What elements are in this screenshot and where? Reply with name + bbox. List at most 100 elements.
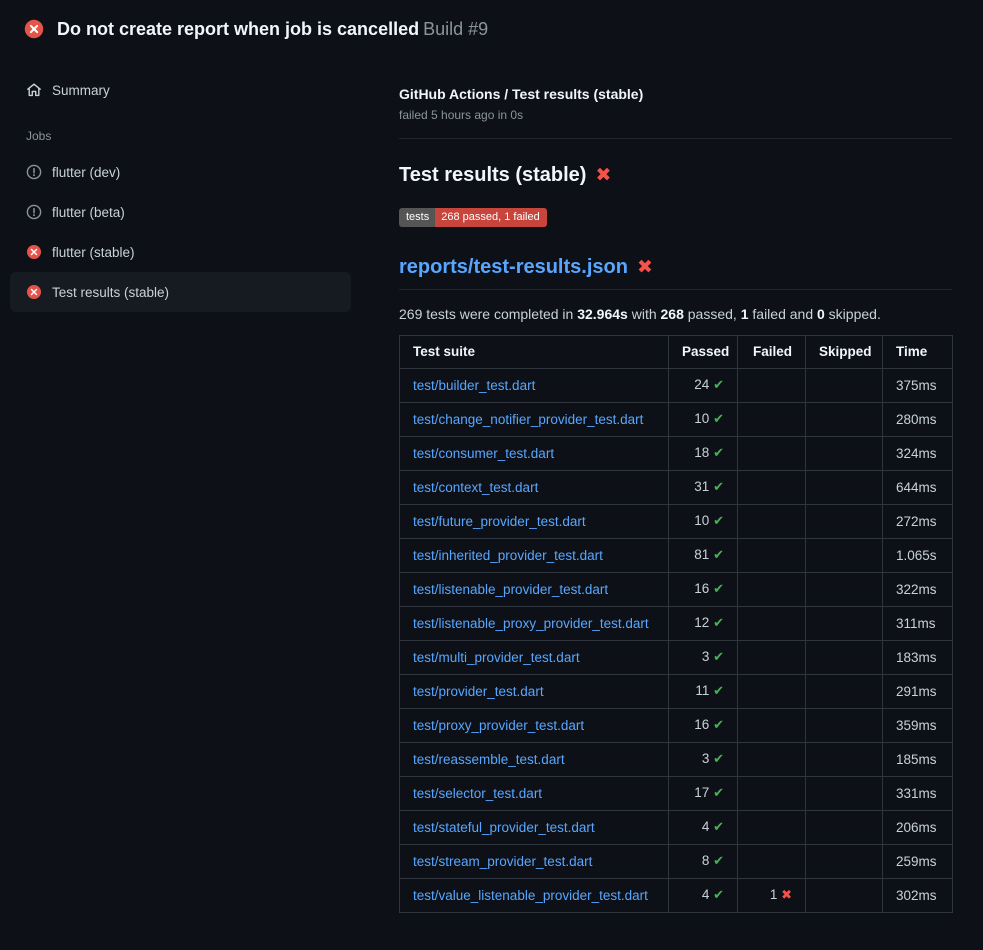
build-number: Build #9 [423, 19, 488, 39]
check-icon: ✔ [713, 684, 724, 699]
suite-link[interactable]: test/stream_provider_test.dart [413, 854, 592, 869]
check-icon: ✔ [713, 616, 724, 631]
time-cell: 259ms [883, 845, 953, 879]
time-cell: 375ms [883, 369, 953, 403]
table-row: test/stateful_provider_test.dart4 ✔206ms [400, 811, 953, 845]
suite-cell: test/proxy_provider_test.dart [400, 709, 669, 743]
passed-cell: 10 ✔ [669, 403, 738, 437]
col-header-failed: Failed [738, 336, 806, 369]
sidebar-item-flutter-beta[interactable]: flutter (beta) [10, 192, 351, 232]
suite-link[interactable]: test/multi_provider_test.dart [413, 650, 580, 665]
passed-cell: 31 ✔ [669, 471, 738, 505]
summary-prefix: 269 tests were completed in [399, 306, 577, 322]
failed-cell [738, 437, 806, 471]
suite-cell: test/listenable_proxy_provider_test.dart [400, 607, 669, 641]
suite-link[interactable]: test/change_notifier_provider_test.dart [413, 412, 643, 427]
suite-link[interactable]: test/value_listenable_provider_test.dart [413, 888, 648, 903]
summary-mid3: failed and [749, 306, 818, 322]
suite-cell: test/future_provider_test.dart [400, 505, 669, 539]
skipped-cell [806, 403, 883, 437]
sidebar-item-flutter-stable[interactable]: flutter (stable) [10, 232, 351, 272]
passed-cell: 3 ✔ [669, 743, 738, 777]
check-icon: ✔ [713, 514, 724, 529]
suite-cell: test/reassemble_test.dart [400, 743, 669, 777]
failed-cell [738, 607, 806, 641]
skipped-cell [806, 573, 883, 607]
table-row: test/future_provider_test.dart10 ✔272ms [400, 505, 953, 539]
sidebar-item-test-results-stable[interactable]: Test results (stable) [10, 272, 351, 312]
time-cell: 291ms [883, 675, 953, 709]
suite-link[interactable]: test/selector_test.dart [413, 786, 542, 801]
suite-link[interactable]: test/context_test.dart [413, 480, 538, 495]
suite-link[interactable]: test/listenable_proxy_provider_test.dart [413, 616, 649, 631]
sidebar-item-flutter-dev[interactable]: flutter (dev) [10, 152, 351, 192]
alert-circle-icon [26, 204, 42, 220]
failed-cell [738, 777, 806, 811]
summary-mid2: passed, [684, 306, 741, 322]
skipped-cell [806, 743, 883, 777]
check-icon: ✔ [713, 650, 724, 665]
suite-link[interactable]: test/stateful_provider_test.dart [413, 820, 595, 835]
skipped-cell [806, 369, 883, 403]
table-row: test/proxy_provider_test.dart16 ✔359ms [400, 709, 953, 743]
suite-cell: test/stream_provider_test.dart [400, 845, 669, 879]
table-row: test/listenable_proxy_provider_test.dart… [400, 607, 953, 641]
check-icon: ✔ [713, 378, 724, 393]
failed-cell [738, 505, 806, 539]
check-icon: ✔ [713, 888, 724, 903]
check-icon: ✔ [713, 582, 724, 597]
sidebar-item-summary[interactable]: Summary [10, 70, 351, 110]
main-content: GitHub Actions / Test results (stable) f… [375, 56, 983, 913]
passed-cell: 81 ✔ [669, 539, 738, 573]
failed-cell [738, 471, 806, 505]
suite-link[interactable]: test/listenable_provider_test.dart [413, 582, 608, 597]
skipped-cell [806, 675, 883, 709]
page-title: Do not create report when job is cancell… [57, 17, 488, 41]
failed-x-circle-icon [24, 19, 44, 39]
skipped-cell [806, 879, 883, 913]
alert-circle-icon [26, 164, 42, 180]
job-label: flutter (beta) [52, 205, 125, 220]
suite-link[interactable]: test/proxy_provider_test.dart [413, 718, 584, 733]
suite-link[interactable]: test/consumer_test.dart [413, 446, 554, 461]
failed-cell [738, 573, 806, 607]
jobs-list: flutter (dev) flutter (beta) flutter (stab… [10, 152, 351, 312]
passed-cell: 11 ✔ [669, 675, 738, 709]
test-table-body: test/builder_test.dart24 ✔375mstest/chan… [400, 369, 953, 913]
suite-link[interactable]: test/provider_test.dart [413, 684, 544, 699]
check-icon: ✔ [713, 718, 724, 733]
report-link[interactable]: reports/test-results.json [399, 256, 628, 279]
skipped-cell [806, 811, 883, 845]
time-cell: 331ms [883, 777, 953, 811]
check-icon: ✔ [713, 786, 724, 801]
failed-cell: 1 ✖ [738, 879, 806, 913]
suite-cell: test/selector_test.dart [400, 777, 669, 811]
suite-link[interactable]: test/future_provider_test.dart [413, 514, 586, 529]
table-row: test/context_test.dart 31 ✔ 644ms [400, 471, 953, 505]
time-cell: 324ms [883, 437, 953, 471]
passed-cell: 4 ✔ [669, 879, 738, 913]
breadcrumb: GitHub Actions / Test results (stable) [399, 86, 952, 102]
skipped-cell [806, 437, 883, 471]
skipped-cell [806, 709, 883, 743]
table-row: test/consumer_test.dart 18 ✔ 324ms [400, 437, 953, 471]
status-line: failed 5 hours ago in 0s [399, 108, 952, 122]
suite-link[interactable]: test/builder_test.dart [413, 378, 535, 393]
time-cell: 272ms [883, 505, 953, 539]
time-cell: 644ms [883, 471, 953, 505]
check-icon: ✔ [713, 854, 724, 869]
summary-line: 269 tests were completed in 32.964s with… [399, 306, 952, 322]
summary-failed-count: 1 [741, 306, 749, 322]
passed-cell: 16 ✔ [669, 573, 738, 607]
summary-skipped-count: 0 [817, 306, 825, 322]
passed-cell: 18 ✔ [669, 437, 738, 471]
suite-link[interactable]: test/reassemble_test.dart [413, 752, 565, 767]
skipped-cell [806, 471, 883, 505]
suite-link[interactable]: test/inherited_provider_test.dart [413, 548, 603, 563]
passed-cell: 3 ✔ [669, 641, 738, 675]
summary-mid1: with [628, 306, 661, 322]
time-cell: 322ms [883, 573, 953, 607]
time-cell: 311ms [883, 607, 953, 641]
check-title-text: Test results (stable) [399, 164, 586, 187]
suite-cell: test/inherited_provider_test.dart [400, 539, 669, 573]
